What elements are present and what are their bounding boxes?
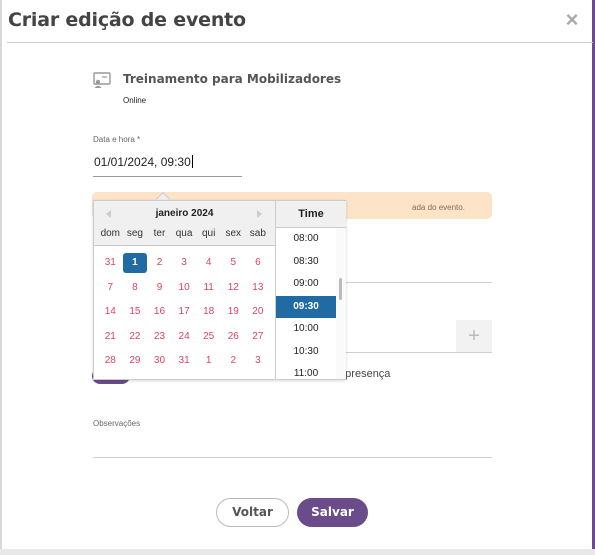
time-header: Time bbox=[276, 201, 346, 228]
calendar-day[interactable]: 21 bbox=[98, 327, 123, 347]
calendar-day[interactable]: 17 bbox=[172, 302, 197, 322]
calendar-day[interactable]: 4 bbox=[196, 253, 221, 273]
weekday-label: dom bbox=[100, 228, 121, 239]
time-option[interactable]: 11:00 bbox=[276, 363, 336, 379]
calendar-days: 31 1 2 3 4 5 6 7 8 9 10 11 12 13 14 15 16 17 18 19 20 21 22 23 2… bbox=[98, 253, 272, 376]
weekday-label: sab bbox=[249, 228, 266, 239]
save-button[interactable]: Salvar bbox=[297, 498, 368, 527]
calendar-day[interactable]: 28 bbox=[98, 351, 123, 371]
calendar-week: 14 15 16 17 18 19 20 bbox=[98, 302, 272, 327]
weekday-label: seg bbox=[126, 228, 143, 239]
calendar-week: 7 8 9 10 11 12 13 bbox=[98, 278, 272, 303]
calendar-week: 21 22 23 24 25 26 27 bbox=[98, 327, 272, 352]
datetime-label: Data e hora * bbox=[93, 135, 141, 144]
observacoes-field[interactable] bbox=[93, 457, 492, 458]
calendar-day[interactable]: 31 bbox=[172, 351, 197, 371]
modal-title: Criar edição de evento bbox=[8, 9, 246, 31]
calendar: janeiro 2024 dom seg ter qua qui sex sab 31 1 2 3… bbox=[94, 201, 275, 379]
event-name: Treinamento para Mobilizadores bbox=[123, 72, 342, 86]
calendar-day[interactable]: 18 bbox=[196, 302, 221, 322]
header-divider bbox=[7, 42, 593, 43]
calendar-day[interactable]: 10 bbox=[172, 278, 197, 298]
calendar-day[interactable]: 23 bbox=[147, 327, 172, 347]
calendar-header: janeiro 2024 dom seg ter qua qui sex sab bbox=[94, 201, 275, 246]
calendar-day[interactable]: 31 bbox=[98, 253, 123, 273]
back-button[interactable]: Voltar bbox=[216, 498, 289, 527]
calendar-day[interactable]: 30 bbox=[147, 351, 172, 371]
weekday-label: qui bbox=[201, 228, 216, 239]
calendar-day[interactable]: 15 bbox=[123, 302, 148, 322]
calendar-day[interactable]: 29 bbox=[123, 351, 148, 371]
field-underline bbox=[346, 352, 492, 353]
calendar-week: 28 29 30 31 1 2 3 bbox=[98, 351, 272, 376]
chevron-right-icon[interactable] bbox=[257, 210, 262, 218]
time-option[interactable]: 09:30 bbox=[276, 295, 336, 318]
calendar-day[interactable]: 1 bbox=[196, 351, 221, 371]
calendar-day[interactable]: 1 bbox=[122, 253, 148, 273]
backdrop-edge-bottom bbox=[0, 549, 595, 555]
presentation-icon bbox=[93, 72, 111, 88]
calendar-day[interactable]: 13 bbox=[246, 278, 271, 298]
calendar-day[interactable]: 20 bbox=[246, 302, 271, 322]
weekday-label: ter bbox=[153, 228, 166, 239]
calendar-day[interactable]: 5 bbox=[221, 253, 246, 273]
calendar-day[interactable]: 22 bbox=[123, 327, 148, 347]
time-option[interactable]: 08:00 bbox=[276, 228, 336, 251]
weekday-label: sex bbox=[225, 228, 242, 239]
field-underline bbox=[346, 282, 492, 283]
datetime-picker: janeiro 2024 dom seg ter qua qui sex sab 31 1 2 3… bbox=[93, 200, 346, 380]
event-type: Online bbox=[123, 96, 147, 105]
calendar-day[interactable]: 16 bbox=[147, 302, 172, 322]
calendar-day[interactable]: 27 bbox=[246, 327, 271, 347]
calendar-week: 31 1 2 3 4 5 6 bbox=[98, 253, 272, 278]
calendar-day[interactable]: 6 bbox=[246, 253, 271, 273]
time-list: 08:00 08:30 09:00 09:30 10:00 10:30 11:00 bbox=[276, 228, 336, 379]
observacoes-label: Observações bbox=[93, 419, 141, 428]
time-option[interactable]: 10:30 bbox=[276, 341, 336, 364]
time-option[interactable]: 08:30 bbox=[276, 251, 336, 274]
calendar-day[interactable]: 14 bbox=[98, 302, 123, 322]
calendar-day[interactable]: 2 bbox=[221, 351, 246, 371]
time-option[interactable]: 09:00 bbox=[276, 273, 336, 296]
calendar-day[interactable]: 2 bbox=[147, 253, 172, 273]
calendar-day[interactable]: 19 bbox=[221, 302, 246, 322]
calendar-day[interactable]: 3 bbox=[246, 351, 271, 371]
calendar-day[interactable]: 8 bbox=[123, 278, 148, 298]
calendar-day[interactable]: 25 bbox=[196, 327, 221, 347]
warning-text: ada do evento. bbox=[412, 203, 465, 212]
datetime-value: 01/01/2024, 09:30 bbox=[94, 155, 191, 169]
calendar-month: janeiro 2024 bbox=[155, 208, 214, 219]
weekday-label: qua bbox=[175, 228, 193, 239]
add-button[interactable]: + bbox=[456, 320, 492, 352]
text-caret bbox=[191, 155, 193, 168]
datetime-input[interactable]: 01/01/2024, 09:30 bbox=[93, 153, 242, 177]
calendar-day[interactable]: 7 bbox=[98, 278, 123, 298]
scrollbar-thumb[interactable] bbox=[339, 278, 342, 300]
time-scrollbar[interactable] bbox=[336, 228, 346, 379]
calendar-day[interactable]: 24 bbox=[172, 327, 197, 347]
time-picker: Time 08:00 08:30 09:00 09:30 10:00 10:30 11:00 bbox=[275, 201, 346, 379]
weekday-row: dom seg ter qua qui sex sab bbox=[98, 228, 272, 239]
time-option[interactable]: 10:00 bbox=[276, 318, 336, 341]
calendar-day[interactable]: 9 bbox=[147, 278, 172, 298]
calendar-day[interactable]: 12 bbox=[221, 278, 246, 298]
backdrop-edge-left bbox=[0, 0, 2, 555]
calendar-day[interactable]: 3 bbox=[172, 253, 197, 273]
calendar-day[interactable]: 26 bbox=[221, 327, 246, 347]
close-button[interactable]: × bbox=[562, 9, 582, 31]
calendar-day[interactable]: 11 bbox=[196, 278, 221, 298]
